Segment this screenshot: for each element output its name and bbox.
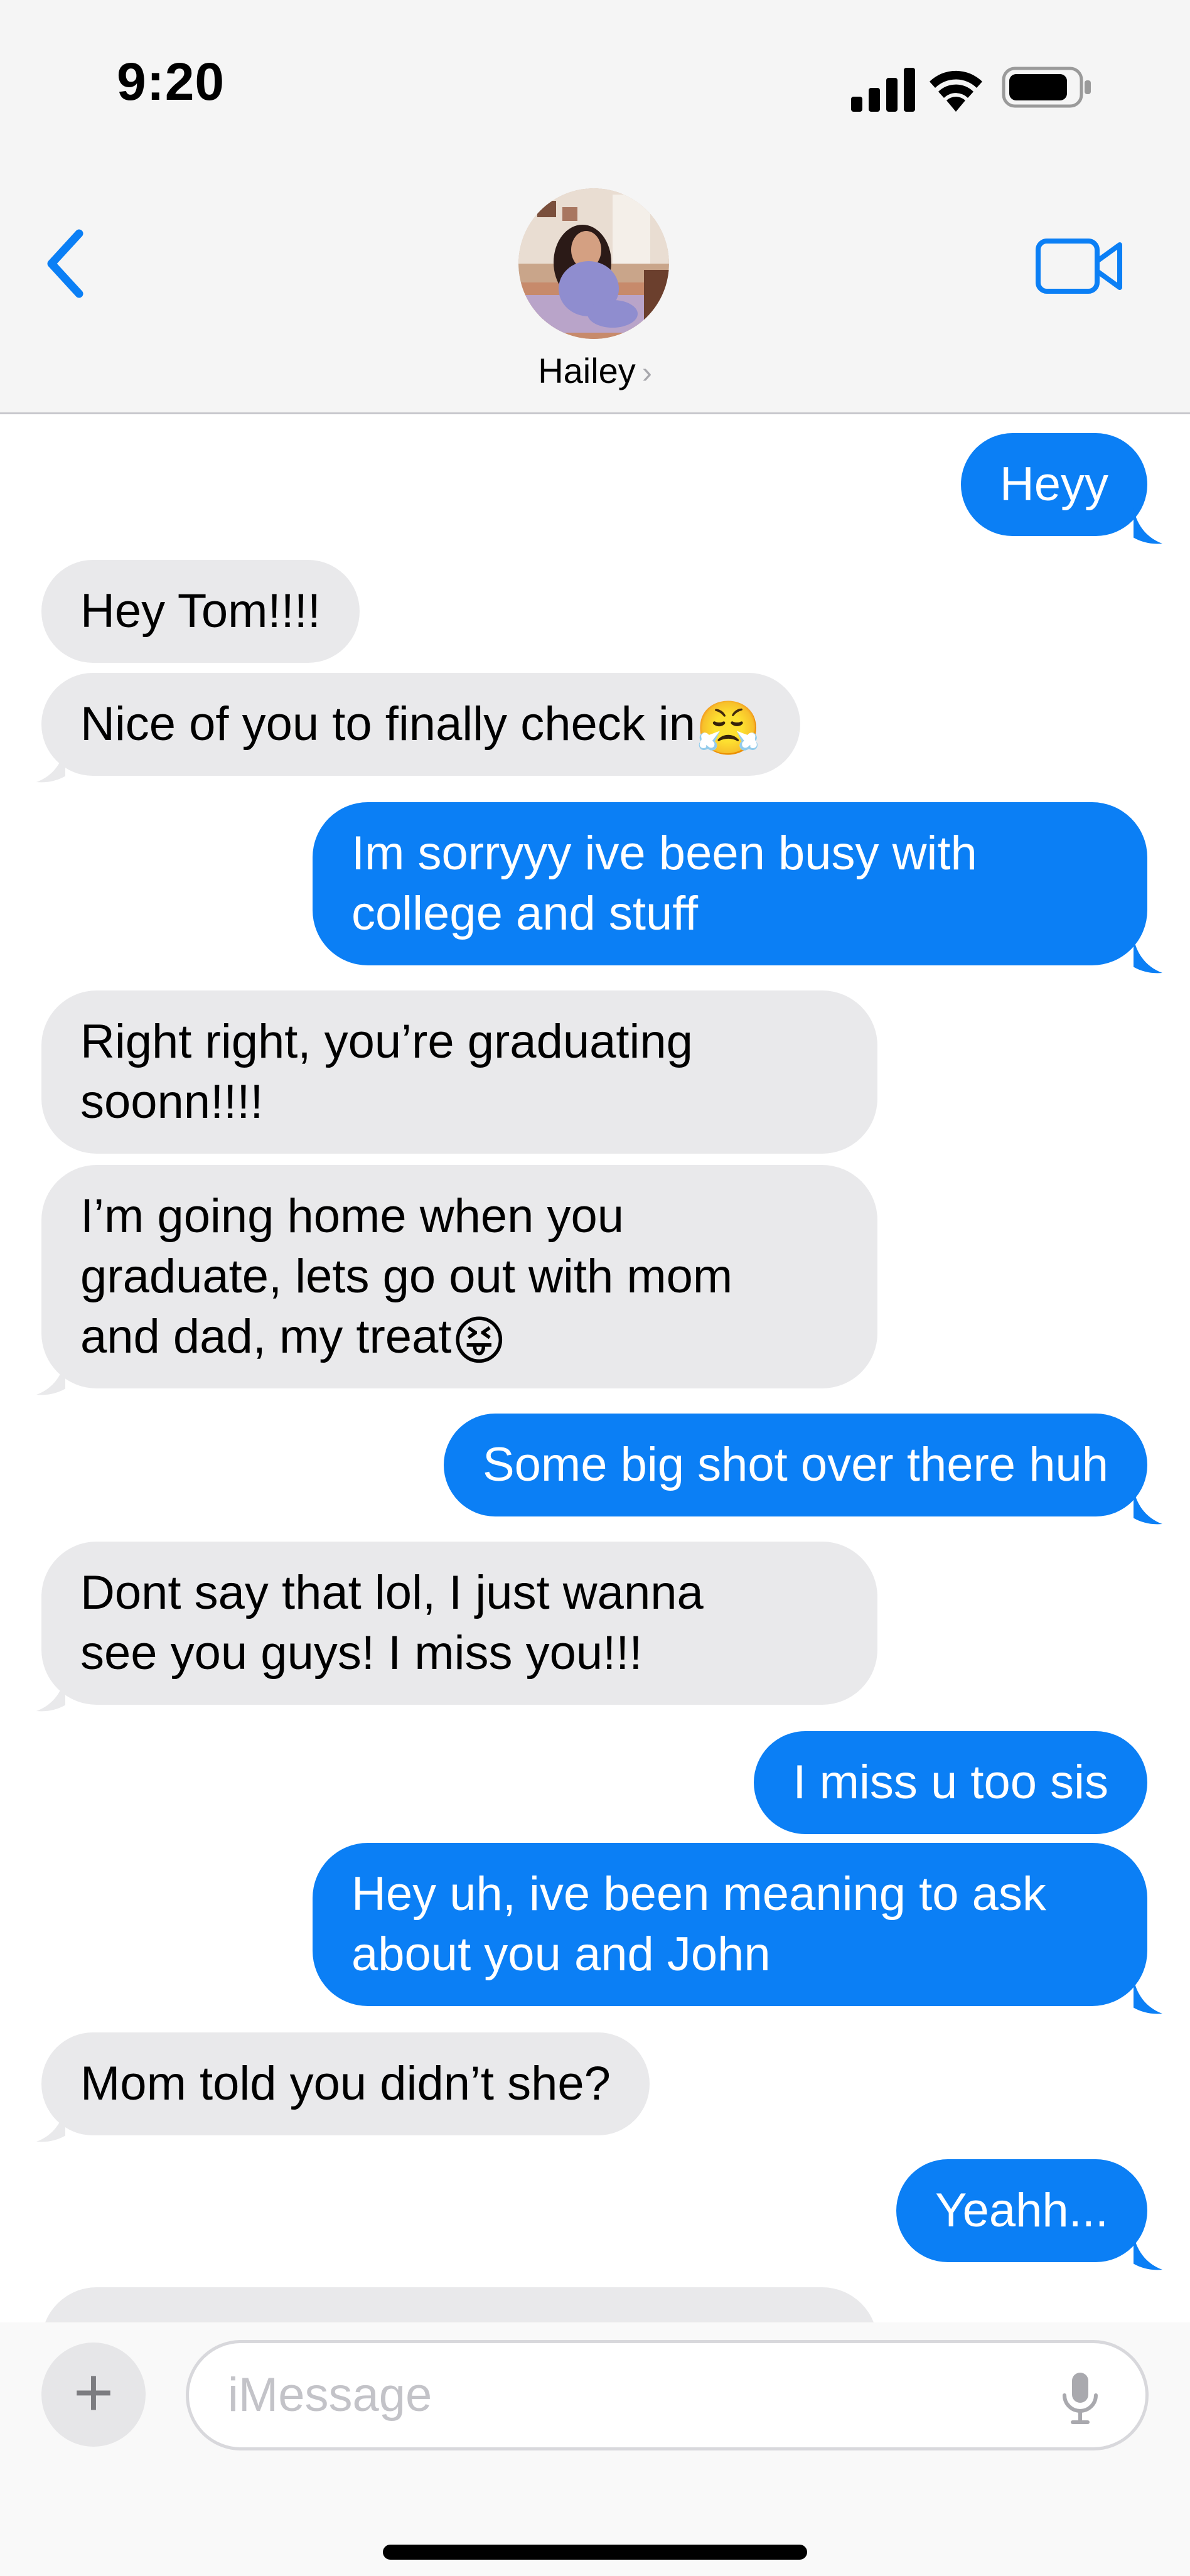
message-text-line: Im sorryyy ive been busy with xyxy=(351,827,977,880)
message-bubble-received[interactable]: Mom told you didn’t she? xyxy=(41,2032,650,2135)
message-text-line: graduate, lets go out with mom xyxy=(80,1250,733,1303)
huffing-face-emoji: 😤 xyxy=(695,697,761,759)
signal-icon xyxy=(851,68,915,112)
message-text-line: Dont say that lol, I just wanna xyxy=(80,1566,704,1619)
video-camera-icon[interactable] xyxy=(1036,236,1123,296)
bubble-tail xyxy=(1134,1489,1162,1525)
message-text: Hey Tom!!!! xyxy=(80,584,321,638)
bubble-tail xyxy=(36,747,65,783)
compose-bar: + iMessage xyxy=(0,2322,1190,2576)
message-bubble-received[interactable]: Nice of you to finally check in😤 xyxy=(41,673,800,776)
message-text: Yeahh... xyxy=(935,2184,1108,2237)
message-text-line: see you guys! I miss you!!! xyxy=(80,1626,643,1680)
status-time: 9:20 xyxy=(117,52,225,111)
message-text-line: Hey uh, ive been meaning to ask xyxy=(351,1867,1046,1921)
chevron-left-icon[interactable] xyxy=(40,226,97,301)
message-bubble-received[interactable]: Right right, you’re graduating soonn!!!! xyxy=(41,990,877,1154)
message-bubble-sent[interactable]: I miss u too sis xyxy=(754,1731,1147,1834)
message-bubble-sent[interactable]: Im sorryyy ive been busy with college an… xyxy=(313,802,1147,965)
bubble-tail xyxy=(36,1360,65,1395)
message-thread[interactable]: Heyy Hey Tom!!!! Nice of you to finally … xyxy=(0,414,1190,2322)
bubble-tail xyxy=(36,2106,65,2142)
bubble-tail xyxy=(1134,938,1162,974)
bubble-tail xyxy=(1134,2235,1162,2270)
conversation-header: Hailey › xyxy=(0,157,1190,414)
message-text: Some big shot over there huh xyxy=(482,1438,1108,1491)
bubble-tail xyxy=(36,1676,65,1712)
message-bubble-received-partial[interactable] xyxy=(41,2287,877,2322)
contact-name[interactable]: Hailey xyxy=(538,351,636,390)
message-bubble-sent[interactable]: Heyy xyxy=(960,433,1147,536)
apps-plus-button[interactable]: + xyxy=(41,2343,146,2447)
bubble-tail xyxy=(1134,508,1162,544)
message-text: I miss u too sis xyxy=(793,1756,1108,1809)
message-text-line: about you and John xyxy=(351,1928,771,1981)
message-text-line: soonn!!!! xyxy=(80,1075,264,1129)
message-text-line: Right right, you’re graduating xyxy=(80,1015,693,1068)
message-bubble-received[interactable]: Hey Tom!!!! xyxy=(41,560,360,663)
battery-icon xyxy=(1002,67,1091,108)
contact-name-row[interactable]: Hailey › xyxy=(0,350,1190,391)
microphone-icon[interactable] xyxy=(1058,2370,1102,2427)
message-text-line: I’m going home when you xyxy=(80,1189,624,1243)
bubble-tail xyxy=(1134,1978,1162,2014)
status-bar: 9:20 xyxy=(0,0,1190,157)
wifi-icon xyxy=(930,70,982,112)
message-text: Nice of you to finally check in xyxy=(80,697,696,751)
message-bubble-sent[interactable]: Yeahh... xyxy=(896,2159,1147,2262)
message-bubble-sent[interactable]: Some big shot over there huh xyxy=(443,1414,1147,1516)
imessage-input[interactable]: iMessage xyxy=(186,2340,1149,2450)
avatar[interactable] xyxy=(518,188,669,339)
message-text: Heyy xyxy=(999,458,1108,511)
message-text-line: college and stuff xyxy=(351,887,699,940)
contact-chevron-icon: › xyxy=(641,357,652,390)
message-bubble-received[interactable]: Dont say that lol, I just wanna see you … xyxy=(41,1542,877,1705)
message-text-line: and dad, my treat xyxy=(80,1310,452,1363)
message-bubble-sent[interactable]: Hey uh, ive been meaning to ask about yo… xyxy=(313,1843,1147,2006)
squinting-tongue-emoji: 😝 xyxy=(451,1310,507,1371)
message-text: Mom told you didn’t she? xyxy=(80,2057,611,2110)
home-indicator[interactable] xyxy=(383,2545,807,2560)
message-bubble-received[interactable]: I’m going home when you graduate, lets g… xyxy=(41,1165,877,1388)
